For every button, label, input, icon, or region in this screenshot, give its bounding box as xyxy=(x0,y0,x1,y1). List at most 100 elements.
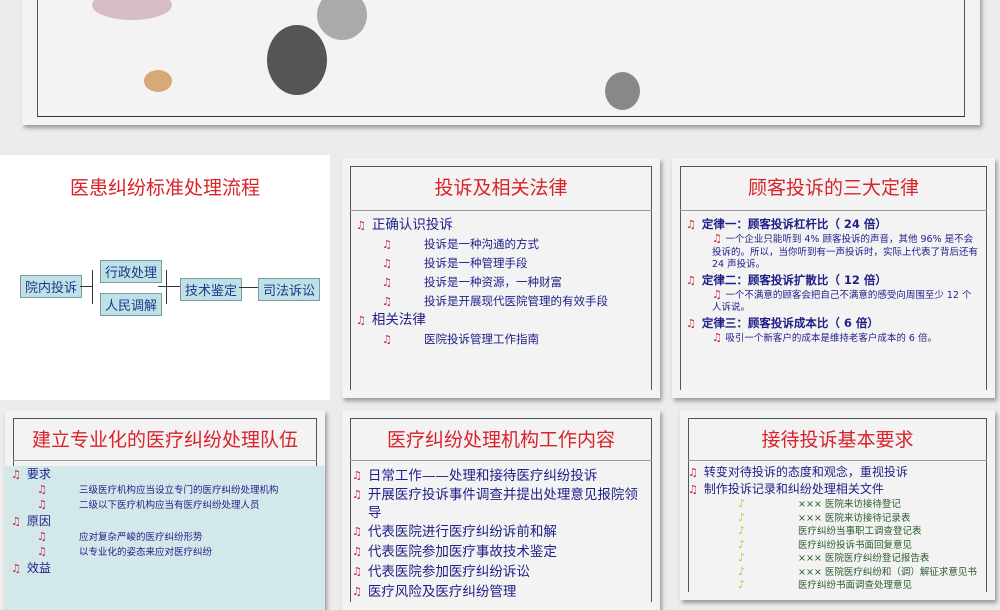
bullet-text: 医疗纠纷投诉书面回复意见 xyxy=(798,539,913,551)
bullet-text: ××× 医院医疗纠纷和（调）解征求意见书 xyxy=(798,566,977,578)
bullet-item: ♫ 正确认识投诉 xyxy=(356,216,648,235)
music-note-icon: ♫ xyxy=(11,562,21,575)
music-note-icon: ♫ xyxy=(712,232,726,245)
flow-connector xyxy=(239,287,258,288)
slide-thumbnail-4[interactable]: 建立专业化的医疗纠纷处理队伍 ♫ 要求 ♫ 三级医疗机构应当设立专门的医疗纠纷处理机… xyxy=(5,410,325,610)
slide-thumbnail-2[interactable]: 投诉及相关法律 ♫ 正确认识投诉 ♫ 投诉是一种沟通的方式 ♫ 投诉是一种管理手段 ♫… xyxy=(342,158,660,398)
slide-title: 接待投诉基本要求 xyxy=(761,429,914,451)
music-note-icon: ♫ xyxy=(352,525,362,538)
music-note-icon: ♫ xyxy=(382,238,392,251)
bullet-item: ♫ 要求 xyxy=(11,466,313,483)
bullet-item: ♫ 日常工作——处理和接待医疗纠纷投诉 xyxy=(352,466,648,486)
bullet-item: ♫ 代表医院参加医疗纠纷诉讼 xyxy=(352,562,648,582)
music-note-icon: ♫ xyxy=(382,295,392,308)
bullet-text: 医疗纠纷当事职工调查登记表 xyxy=(798,526,922,537)
bullet-text: 三级医疗机构应当设立专门的医疗纠纷处理机构 xyxy=(79,485,279,496)
sub-bullet-item: ♫ 投诉是一种管理手段 xyxy=(356,254,648,273)
bullet-text: 代表医院参加医疗事故技术鉴定 xyxy=(367,544,557,560)
slide-body: ♫ 日常工作——处理和接待医疗纠纷投诉 ♫ 开展医疗投诉事件调查并提出处理意见报院领… xyxy=(352,466,648,602)
bullet-text: 医疗风险及医疗纠纷管理 xyxy=(367,584,517,600)
flow-box: 行政处理 xyxy=(100,260,163,283)
divider xyxy=(680,210,987,211)
music-note-icon: ♪ xyxy=(738,578,746,591)
music-note-icon: ♪ xyxy=(738,537,746,551)
bullet-text: 日常工作——处理和接待医疗纠纷投诉 xyxy=(367,468,598,484)
bullet-text: 二级以下医疗机构应当有医疗纠纷处理人员 xyxy=(79,500,260,511)
divider xyxy=(688,460,987,461)
music-note-icon: ♫ xyxy=(37,530,47,543)
music-note-icon: ♪ xyxy=(738,564,746,578)
music-note-icon: ♫ xyxy=(688,483,698,496)
bullet-text: 开展医疗投诉事件调查并提出处理意见报院领导 xyxy=(367,487,638,521)
flow-connector xyxy=(158,286,180,287)
flow-box: 院内投诉 xyxy=(20,275,83,298)
bullet-text: 定律二：顾客投诉扩散比（ 12 倍） xyxy=(701,272,887,287)
bullet-text: 一个企业只能听到 4% 顾客投诉的声音，其他 96% 是不会投诉的。所以，当你听… xyxy=(712,234,979,270)
bullet-text: ××× 医院医疗纠纷登记报告表 xyxy=(798,553,930,564)
music-note-icon: ♫ xyxy=(37,545,47,558)
bullet-text: 医院投诉管理工作指南 xyxy=(424,332,539,346)
bullet-text: 以专业化的姿态来应对医疗纠纷 xyxy=(79,547,213,558)
music-note-icon: ♫ xyxy=(352,585,362,598)
music-note-icon: ♫ xyxy=(382,333,392,346)
divider xyxy=(13,460,317,461)
bullet-item: ♫ 效益 xyxy=(11,560,313,577)
bullet-text: 应对复杂严峻的医疗纠纷形势 xyxy=(79,532,203,543)
music-note-icon: ♫ xyxy=(686,316,696,330)
bullet-text: 效益 xyxy=(26,561,51,575)
bullet-item: ♫ 开展医疗投诉事件调查并提出处理意见报院领导 xyxy=(352,486,648,522)
slide-thumbnail-top[interactable] xyxy=(22,0,980,125)
bullet-text: ××× 医院来访接待登记 xyxy=(798,499,901,510)
bullet-text: 代表医院参加医疗纠纷诉讼 xyxy=(367,564,530,580)
music-note-icon: ♫ xyxy=(11,468,21,481)
music-note-icon: ♫ xyxy=(352,565,362,578)
music-note-icon: ♫ xyxy=(37,498,47,511)
music-note-icon: ♫ xyxy=(686,273,696,287)
sub-bullet-item: ♫ 二级以下医疗机构应当有医疗纠纷处理人员 xyxy=(11,498,313,513)
sub-bullet-item: ♫ 投诉是一种资源，一种财富 xyxy=(356,273,648,292)
slide-title: 投诉及相关法律 xyxy=(434,177,568,199)
bullet-text: 定律一：顾客投诉杠杆比（ 24 倍） xyxy=(701,217,887,231)
bullet-text: 原因 xyxy=(26,514,51,528)
music-note-icon: ♫ xyxy=(688,466,698,479)
sub-bullet-item: ♫ 一个不满意的顾客会把自己不满意的感受向周围至少 12 个人诉说。 xyxy=(686,288,979,315)
bullet-text: 定律三：顾客投诉成本比（ 6 倍） xyxy=(701,315,879,330)
music-note-icon: ♪ xyxy=(738,497,746,510)
bullet-item: ♫ 定律一：顾客投诉杠杆比（ 24 倍） xyxy=(686,216,979,233)
slide-title: 顾客投诉的三大定律 xyxy=(747,177,919,199)
music-note-icon: ♪ xyxy=(738,551,746,564)
slide-frame xyxy=(37,0,965,117)
slide-body: ♫ 要求 ♫ 三级医疗机构应当设立专门的医疗纠纷处理机构 ♫ 二级以下医疗机构应当有医… xyxy=(11,466,313,577)
slide-thumbnail-6[interactable]: 接待投诉基本要求 ♫ 转变对待投诉的态度和观念，重视投诉 ♫ 制作投诉记录和纠纷处理… xyxy=(680,410,995,600)
flow-box: 人民调解 xyxy=(100,293,163,316)
bullet-item: ♫ 代表医院进行医疗纠纷诉前和解 xyxy=(352,522,648,542)
sub-bullet-item: ♫ 以专业化的姿态来应对医疗纠纷 xyxy=(11,545,313,560)
document-item: ♪ ××× 医院医疗纠纷登记报告表 xyxy=(688,551,983,566)
slide-thumbnail-5[interactable]: 医疗纠纷处理机构工作内容 ♫ 日常工作——处理和接待医疗纠纷投诉 ♫ 开展医疗投诉事… xyxy=(342,410,660,610)
bullet-item: ♫ 代表医院参加医疗事故技术鉴定 xyxy=(352,542,648,562)
sub-bullet-item: ♫ 投诉是开展现代医院管理的有效手段 xyxy=(356,292,648,311)
slide-title: 医疗纠纷处理机构工作内容 xyxy=(386,429,615,451)
bullet-text: 一个不满意的顾客会把自己不满意的感受向周围至少 12 个人诉说。 xyxy=(712,289,972,314)
music-note-icon: ♪ xyxy=(738,524,746,537)
bird-painting xyxy=(144,70,172,92)
bullet-item: ♫ 医疗风险及医疗纠纷管理 xyxy=(352,582,648,602)
slide-body: ♫ 转变对待投诉的态度和观念，重视投诉 ♫ 制作投诉记录和纠纷处理相关文件 ♪ ×××… xyxy=(688,464,983,593)
slide-body: ♫ 定律一：顾客投诉杠杆比（ 24 倍） ♫ 一个企业只能听到 4% 顾客投诉的声… xyxy=(686,216,979,345)
slide-title: 建立专业化的医疗纠纷处理队伍 xyxy=(31,429,298,451)
bullet-item: ♫ 定律三：顾客投诉成本比（ 6 倍） xyxy=(686,315,979,332)
bullet-text: 制作投诉记录和纠纷处理相关文件 xyxy=(703,482,884,496)
music-note-icon: ♫ xyxy=(686,218,696,231)
divider xyxy=(350,210,652,211)
music-note-icon: ♫ xyxy=(356,314,366,327)
bullet-text: 代表医院进行医疗纠纷诉前和解 xyxy=(367,524,557,540)
music-note-icon: ♫ xyxy=(11,515,21,528)
bullet-item: ♫ 制作投诉记录和纠纷处理相关文件 xyxy=(688,481,983,498)
document-item: ♪ ××× 医院来访接待记录表 xyxy=(688,511,983,526)
bullet-text: ××× 医院来访接待记录表 xyxy=(798,512,911,524)
flow-box: 技术鉴定 xyxy=(180,278,243,301)
slide-thumbnail-3[interactable]: 顾客投诉的三大定律 ♫ 定律一：顾客投诉杠杆比（ 24 倍） ♫ 一个企业只能听到… xyxy=(672,158,995,398)
slide-thumbnail-1[interactable]: 医患纠纷标准处理流程 院内投诉 行政处理 人民调解 技术鉴定 司法诉讼 xyxy=(0,155,330,400)
ink-blot xyxy=(605,72,640,110)
divider xyxy=(350,460,652,461)
